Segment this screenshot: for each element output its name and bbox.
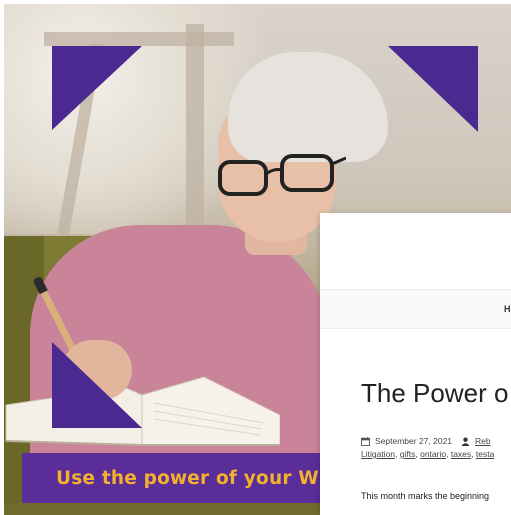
post-title: The Power o: [361, 378, 509, 408]
post-meta: September 27, 2021 Reb: [361, 436, 511, 446]
tag-link[interactable]: taxes: [451, 449, 471, 459]
tag-link[interactable]: ontario: [420, 449, 446, 459]
corner-triangle-top-right: [388, 46, 478, 132]
glasses: [218, 154, 346, 196]
post-author-link[interactable]: Reb: [475, 436, 491, 446]
banner-text: Use the power of your W: [56, 467, 319, 489]
nav-bar: H: [320, 290, 511, 329]
tag-link[interactable]: testa: [476, 449, 494, 459]
bottom-strip: [4, 503, 322, 515]
post-date: September 27, 2021: [375, 436, 453, 446]
promo-banner[interactable]: Use the power of your W: [22, 453, 322, 503]
open-notebook: [5, 376, 280, 446]
tag-link[interactable]: gifts: [400, 449, 416, 459]
tag-link[interactable]: Litigation: [361, 449, 395, 459]
post-excerpt: This month marks the beginning: [361, 491, 490, 501]
nav-item-home[interactable]: H: [504, 304, 511, 314]
calendar-icon: [361, 436, 370, 446]
site-header: [320, 213, 511, 290]
background-beam: [186, 24, 204, 254]
post-tags: Litigation, gifts, ontario, taxes, testa: [361, 449, 495, 459]
corner-triangle-top-left: [52, 46, 142, 130]
blog-panel: H The Power o September 27, 2021 Reb Lit…: [320, 213, 511, 515]
corner-triangle-bottom-left: [52, 342, 142, 428]
user-icon: [461, 437, 470, 446]
background-beam: [44, 32, 234, 46]
